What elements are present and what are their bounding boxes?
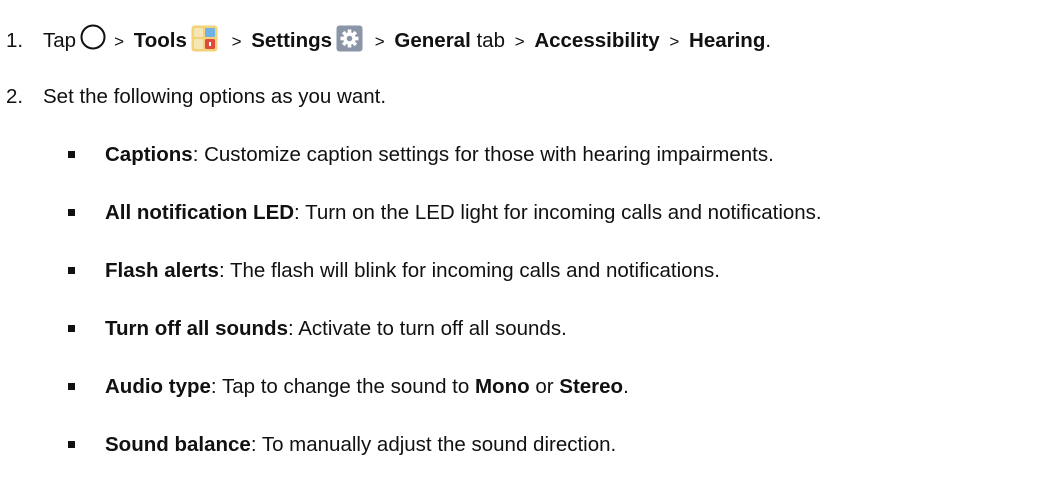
separator: > [669,32,680,51]
step-number: 1. [6,29,24,52]
tools-folder-icon [191,25,218,52]
option-term: Sound balance [105,433,251,456]
bullet-icon [68,267,75,274]
step-1-text: Tap > Tools > Settings > General tab > Ac… [43,24,772,52]
stereo-label: Stereo [559,375,624,398]
option-term: Flash alerts [105,259,219,282]
separator: > [514,32,525,51]
option-desc: : Activate to turn off all sounds. [287,317,567,340]
option-term: All notification LED [105,201,295,224]
bullet-icon [68,383,75,390]
option-desc: : To manually adjust the sound direction… [250,433,617,456]
or-word: or [529,375,560,398]
option-term: Turn off all sounds [105,317,288,340]
bullet-icon [68,209,75,216]
bullet-icon [68,441,75,448]
period: . [623,375,629,398]
period: . [765,29,772,52]
option-desc: : Tap to change the sound to [210,375,475,398]
option-desc: : Customize caption settings for those w… [192,143,774,166]
option-term: Audio type [105,375,211,398]
settings-gear-icon [336,25,363,52]
general-label: General [394,29,471,52]
home-circle-icon [80,24,106,50]
bullet-icon [68,325,75,332]
accessibility-label: Accessibility [534,29,660,52]
tap-word: Tap [43,29,77,52]
instruction-page: 1. Tap > Tools > Settings > General tab > … [0,0,1037,482]
mono-label: Mono [474,375,530,398]
separator: > [114,32,124,51]
tab-word: tab [476,29,505,52]
step-2-text: Set the following options as you want. [43,85,387,108]
separator: > [231,32,242,51]
option-desc: : The flash will blink for incoming call… [218,259,720,282]
settings-label: Settings [251,29,333,52]
separator: > [374,32,385,51]
hearing-label: Hearing [689,29,766,52]
tools-label: Tools [133,29,187,52]
bullet-icon [68,151,75,158]
step-1: 1. Tap > Tools > Settings > General tab > … [6,24,771,55]
step-number: 2. [6,85,24,108]
option-desc: : Turn on the LED light for incoming cal… [294,201,822,224]
option-term: Captions [105,143,193,166]
step-2: 2. Set the following options as you want. [6,84,386,110]
